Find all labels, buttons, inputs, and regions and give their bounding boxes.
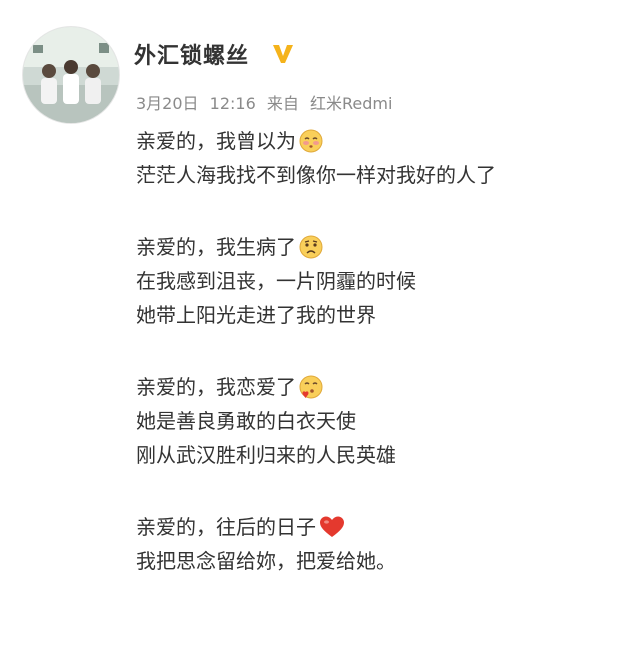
post-content: 亲爱的，我曾以为 茫茫人海我找不到像你一样对我好的人了 亲爱的，我生病了 在我感… bbox=[136, 124, 626, 578]
blushing-face-icon bbox=[299, 129, 323, 153]
post-line: 亲爱的，我恋爱了 bbox=[136, 370, 626, 404]
post-line: 亲爱的，我生病了 bbox=[136, 230, 626, 264]
verified-v-badge-icon bbox=[273, 45, 293, 63]
post-line: 她带上阳光走进了我的世界 bbox=[136, 303, 376, 327]
post-line: 亲爱的，往后的日子 bbox=[136, 510, 626, 544]
source-prefix: 来自 bbox=[266, 94, 299, 113]
avatar[interactable] bbox=[22, 26, 120, 124]
post-line: 在我感到沮丧，一片阴霾的时候 bbox=[136, 269, 416, 293]
post-date: 3月20日 bbox=[136, 94, 199, 113]
source-device[interactable]: 红米Redmi bbox=[310, 94, 392, 113]
post-line: 亲爱的，我曾以为 bbox=[136, 124, 626, 158]
group-photo-avatar bbox=[23, 27, 119, 123]
red-heart-icon bbox=[320, 516, 344, 537]
post-line: 茫茫人海我找不到像你一样对我好的人了 bbox=[136, 163, 496, 187]
sad-face-icon bbox=[299, 235, 323, 259]
post-line: 她是善良勇敢的白衣天使 bbox=[136, 409, 356, 433]
post-time: 12:16 bbox=[209, 94, 256, 113]
post-meta: 3月20日 12:16 来自 红米Redmi bbox=[136, 90, 398, 114]
post-line: 我把思念留给妳，把爱给她。 bbox=[136, 549, 396, 573]
kissing-face-icon bbox=[299, 375, 323, 399]
post-line: 刚从武汉胜利归来的人民英雄 bbox=[136, 443, 396, 467]
username[interactable]: 外汇锁螺丝 bbox=[134, 38, 249, 70]
